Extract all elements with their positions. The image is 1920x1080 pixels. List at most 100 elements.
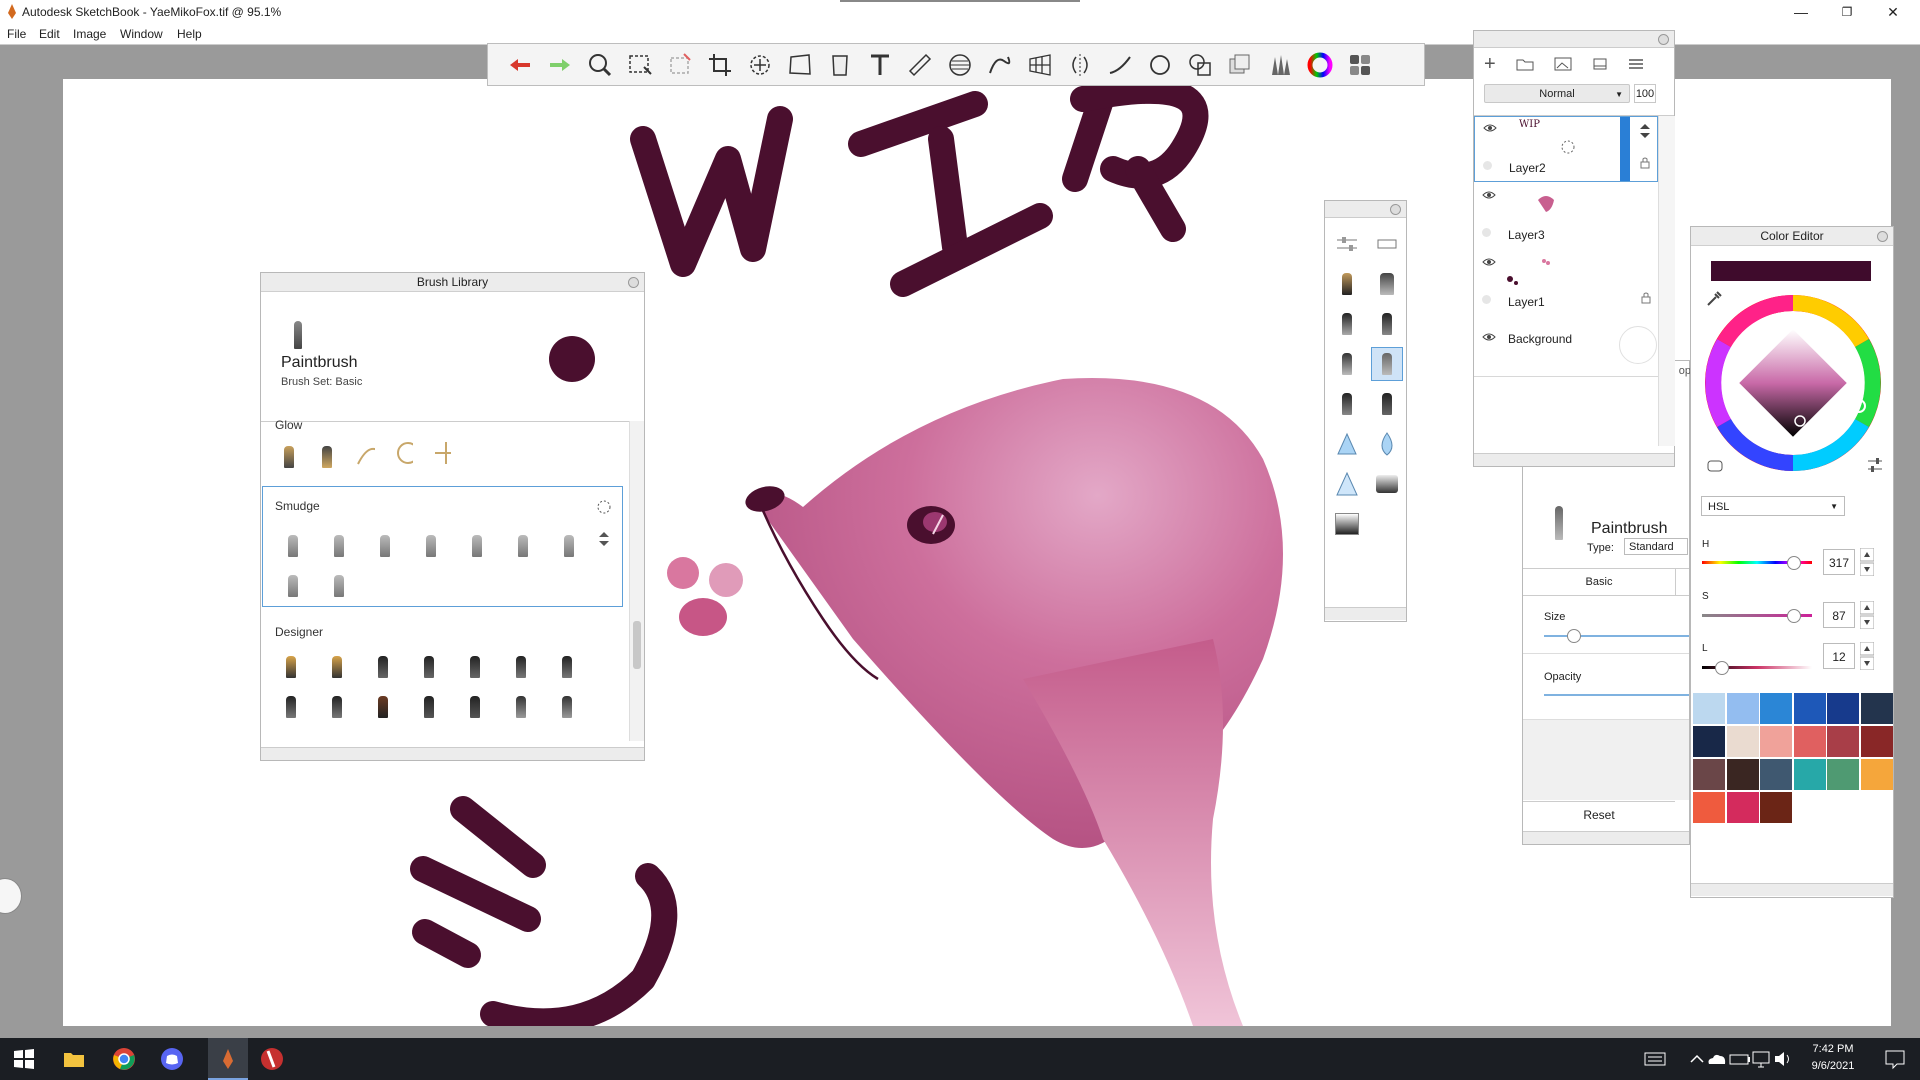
- eye-icon[interactable]: [1482, 257, 1496, 267]
- layer-editor-icon[interactable]: [1222, 47, 1258, 83]
- smudge-brush[interactable]: [283, 567, 303, 597]
- onedrive-icon[interactable]: [1705, 1047, 1729, 1071]
- paintbrush-selected[interactable]: [1371, 347, 1403, 381]
- close-button[interactable]: ✕: [1870, 0, 1916, 24]
- saturation-slider-thumb[interactable]: [1787, 609, 1801, 623]
- color-swatch[interactable]: [1793, 726, 1826, 757]
- menu-help[interactable]: Help: [177, 27, 202, 41]
- quick-select-icon[interactable]: [662, 47, 698, 83]
- ruler-icon[interactable]: [902, 47, 938, 83]
- menu-window[interactable]: Window: [120, 27, 163, 41]
- transform-icon[interactable]: [742, 47, 778, 83]
- zoom-icon[interactable]: [582, 47, 618, 83]
- hue-input[interactable]: 317: [1823, 549, 1855, 575]
- layer-select-dot[interactable]: [1482, 228, 1491, 237]
- stroke-icon[interactable]: [1102, 47, 1138, 83]
- tab-basic[interactable]: Basic: [1523, 569, 1676, 595]
- redo-icon[interactable]: [542, 47, 578, 83]
- layer-opacity-field[interactable]: 100: [1634, 84, 1656, 103]
- color-swatch[interactable]: [1726, 759, 1759, 790]
- color-swatch[interactable]: [1726, 693, 1759, 724]
- add-image-icon[interactable]: [1554, 57, 1572, 71]
- color-wheel[interactable]: [1703, 293, 1883, 473]
- marker-brush[interactable]: [1331, 307, 1363, 341]
- brush-type-select[interactable]: Standard: [1624, 538, 1688, 555]
- predictive-stroke-icon[interactable]: [1142, 47, 1178, 83]
- designer-brush[interactable]: [281, 688, 301, 718]
- color-swatch[interactable]: [1693, 693, 1725, 724]
- brush-library-scrollbar[interactable]: [629, 421, 644, 741]
- file-explorer-icon[interactable]: [62, 1047, 86, 1071]
- discord-icon[interactable]: [160, 1047, 184, 1071]
- color-swatch[interactable]: [1760, 693, 1792, 724]
- ballpoint-brush[interactable]: [1331, 347, 1363, 381]
- designer-brush[interactable]: [419, 688, 439, 718]
- panel-resize-handle[interactable]: [261, 747, 644, 760]
- paint-app-icon[interactable]: [260, 1047, 284, 1071]
- eye-icon[interactable]: [1483, 123, 1497, 133]
- reorder-icon[interactable]: [596, 531, 612, 547]
- fill-bucket-icon[interactable]: [822, 47, 858, 83]
- designer-brush[interactable]: [557, 648, 577, 678]
- reset-button[interactable]: Reset: [1523, 801, 1675, 828]
- panel-close-icon[interactable]: [628, 277, 639, 288]
- color-swatch[interactable]: [1860, 693, 1893, 724]
- chisel-marker-brush[interactable]: [1371, 307, 1403, 341]
- brush-library-icon[interactable]: [1262, 47, 1298, 83]
- layer-select-dot[interactable]: [1482, 295, 1491, 304]
- blur-brush[interactable]: [1371, 427, 1403, 461]
- minimize-button[interactable]: —: [1778, 0, 1824, 24]
- layer-row-layer3[interactable]: Layer3: [1474, 182, 1658, 250]
- panel-close-icon[interactable]: [1390, 204, 1401, 215]
- menu-edit[interactable]: Edit: [39, 27, 60, 41]
- text-icon[interactable]: [862, 47, 898, 83]
- blend-mode-select[interactable]: Normal ▼: [1484, 84, 1630, 103]
- symmetry-icon[interactable]: [1062, 47, 1098, 83]
- layer-row-layer1[interactable]: Layer1: [1474, 249, 1658, 317]
- color-swatch[interactable]: [1726, 792, 1759, 823]
- panel-close-icon[interactable]: [1877, 231, 1888, 242]
- reorder-icon[interactable]: [1638, 123, 1652, 139]
- designer-brush[interactable]: [327, 688, 347, 718]
- keyboard-icon[interactable]: [1643, 1047, 1667, 1071]
- color-swatch[interactable]: [1827, 726, 1859, 757]
- perspective-icon[interactable]: [1022, 47, 1058, 83]
- brush-properties-icon[interactable]: [1331, 227, 1363, 261]
- smudge-brush[interactable]: [329, 527, 349, 557]
- smudge-brush[interactable]: [329, 567, 349, 597]
- brush-set-menu-icon[interactable]: [596, 499, 612, 515]
- french-curve-icon[interactable]: [982, 47, 1018, 83]
- layer-row-background[interactable]: Background: [1474, 316, 1658, 377]
- color-swatch[interactable]: [1760, 792, 1792, 823]
- color-swatch[interactable]: [1693, 759, 1725, 790]
- color-swatch[interactable]: [1827, 693, 1859, 724]
- copic-library-icon[interactable]: [1342, 47, 1378, 83]
- layer-menu-icon[interactable]: [1628, 57, 1644, 71]
- airbrush-brush[interactable]: [1371, 267, 1403, 301]
- lightness-input[interactable]: 12: [1823, 643, 1855, 669]
- color-swatch[interactable]: [1860, 759, 1893, 790]
- color-settings-icon[interactable]: [1867, 457, 1883, 473]
- designer-brush[interactable]: [511, 648, 531, 678]
- undo-icon[interactable]: [502, 47, 538, 83]
- designer-brush[interactable]: [327, 648, 347, 678]
- color-swatch[interactable]: [1760, 759, 1792, 790]
- color-swatch[interactable]: [1827, 759, 1859, 790]
- canvas-puck-handle[interactable]: [0, 878, 22, 914]
- smudge-section[interactable]: Smudge: [262, 486, 623, 607]
- hard-eraser[interactable]: [1371, 467, 1403, 501]
- designer-brush[interactable]: [557, 688, 577, 718]
- color-swatch[interactable]: [1793, 693, 1826, 724]
- layer-select-dot[interactable]: [1483, 161, 1492, 170]
- ellipse-guide-icon[interactable]: [942, 47, 978, 83]
- designer-brush[interactable]: [511, 688, 531, 718]
- taskbar-time[interactable]: 7:42 PM: [1803, 1043, 1863, 1055]
- size-slider-track[interactable]: [1544, 635, 1689, 637]
- designer-brush[interactable]: [465, 648, 485, 678]
- network-icon[interactable]: [1750, 1047, 1774, 1071]
- inking-pen-brush[interactable]: [1331, 387, 1363, 421]
- glow-brush[interactable]: [355, 438, 375, 468]
- size-slider-thumb[interactable]: [1567, 629, 1581, 643]
- pencil-brush[interactable]: [1331, 267, 1363, 301]
- add-group-icon[interactable]: [1516, 57, 1534, 71]
